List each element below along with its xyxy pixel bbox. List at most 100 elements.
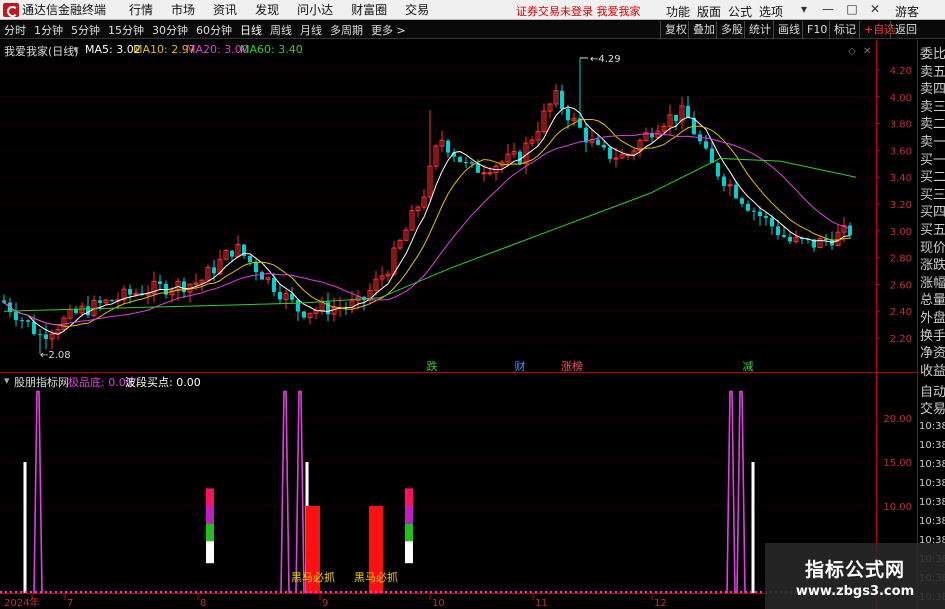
trade-field-label[interactable]: 自动 (920, 384, 945, 402)
quote-field-label: 涨跌 (920, 258, 945, 274)
close-icon[interactable]: ✕ (867, 2, 883, 16)
stacked-signal-segment (206, 506, 214, 524)
mark-button[interactable]: 标记 (829, 21, 860, 39)
menu-item-trade[interactable]: 交易 (405, 1, 429, 18)
bottom-signal-spike (280, 390, 290, 594)
period-tab-1min[interactable]: 1分钟 (30, 22, 67, 38)
date-tick-label: 9 (322, 598, 328, 609)
menu-item-formula[interactable]: 公式 (728, 3, 752, 20)
candle-body-down (704, 141, 708, 149)
candle-body-up (481, 172, 487, 175)
price-tick-label: 3.40 (890, 173, 912, 184)
stacked-signal-segment (206, 541, 214, 564)
period-tab-intraday[interactable]: 分时 (0, 22, 30, 38)
period-tab-60min[interactable]: 60分钟 (192, 22, 236, 38)
candle-body-down (602, 144, 606, 148)
candle-body-down (32, 321, 36, 335)
trade-field-label[interactable]: 交易 (920, 401, 945, 419)
period-tab-daily[interactable]: 日线 (236, 22, 266, 38)
ma5-line (3, 106, 851, 335)
candle-body-down (272, 277, 276, 292)
quote-field-label: 卖五 (920, 64, 945, 80)
date-tick-label: 7 (67, 598, 73, 609)
indicator-tick-label: 15.00 (883, 458, 912, 469)
menu-item-wealth[interactable]: 财富圈 (351, 1, 387, 18)
event-tag: 减 (743, 360, 754, 373)
menu-item-news[interactable]: 资讯 (213, 1, 237, 18)
stacked-signal-segment (206, 523, 214, 542)
menu-item-discover[interactable]: 发现 (255, 1, 279, 18)
overlay-button[interactable]: 叠加 (688, 21, 719, 39)
ma10-line (3, 118, 851, 327)
date-tick-label: 10 (432, 598, 445, 609)
high-price-label: ←4.29 (590, 54, 621, 65)
date-tick-label: 11 (535, 598, 548, 609)
f10-button[interactable]: F10 (802, 21, 831, 39)
price-tick-label: 4.00 (890, 93, 912, 104)
quote-field-label: 总量 (920, 293, 945, 309)
menu-bar: 通达信金融终端 行情 市场 资讯 发现 问小达 财富圈 交易 证券交易未登录 我… (0, 0, 945, 20)
candle-body-down (830, 240, 834, 246)
low-price-label: ←2.08 (40, 350, 71, 361)
trade-time-label: 10:38 (919, 478, 945, 489)
quote-field-label: 现价 (920, 240, 945, 256)
period-tab-more[interactable]: 更多 > (367, 22, 410, 38)
period-tab-weekly[interactable]: 周线 (266, 22, 296, 38)
price-tick-label: 2.60 (890, 280, 912, 291)
candle-body-down (674, 114, 678, 122)
period-tab-15min[interactable]: 15分钟 (104, 22, 148, 38)
candle-body-down (710, 148, 714, 164)
menu-item-functions[interactable]: 功能 (666, 3, 690, 20)
candle-body-down (296, 299, 300, 312)
quote-field-label: 买一 (920, 152, 945, 168)
chart-canvas[interactable]: 4.20 4.00 3.80 3.60 3.40 3.20 3.00 2.80 2.60 2.40… (0, 40, 917, 609)
app-title: 通达信金融终端 (22, 3, 107, 17)
candle-body-down (20, 320, 24, 322)
collapse-icon[interactable]: ▾ (73, 43, 79, 56)
candle-body-up (487, 172, 493, 175)
bottom-signal-spike (295, 390, 305, 594)
quote-field-label: 收益 (920, 363, 945, 379)
candle-body-down (458, 156, 462, 163)
trade-time-label: 10:38 (919, 440, 945, 451)
menu-item-market-quotes[interactable]: 行情 (129, 1, 153, 18)
candle-body-down (230, 250, 234, 257)
period-tab-monthly[interactable]: 月线 (296, 22, 326, 38)
period-tab-30min[interactable]: 30分钟 (148, 22, 192, 38)
menu-item-ask[interactable]: 问小达 (297, 1, 333, 18)
quote-field-label: 买五 (920, 223, 945, 238)
candle-body-down (2, 300, 6, 303)
indicator-toggle-icon[interactable]: ▾ (4, 374, 10, 387)
candle-body-down (14, 311, 18, 321)
menu-item-layout[interactable]: 版面 (697, 3, 721, 20)
indicator-title: 股朋指标网 (14, 376, 69, 389)
candle-body-down (212, 267, 216, 274)
trade-time-label: 10:38 (919, 459, 945, 470)
quote-field-label: 外盘 (920, 311, 945, 326)
dropdown-icon[interactable]: ▾ (796, 2, 812, 16)
buy-signal-bar (23, 462, 27, 593)
adjust-button[interactable]: 复权 (660, 21, 691, 39)
candle-body-down (128, 289, 132, 295)
draw-line-button[interactable]: 画线 (773, 21, 804, 39)
candle-body-down (560, 90, 564, 109)
quote-field-label: 涨幅 (920, 275, 945, 291)
guest-label[interactable]: 游客 (895, 3, 919, 20)
minimize-icon[interactable]: — (820, 2, 836, 16)
maximize-icon[interactable]: □ (844, 2, 860, 16)
back-button[interactable]: 返回 (890, 21, 921, 39)
period-tab-5min[interactable]: 5分钟 (67, 22, 104, 38)
candle-body-down (764, 216, 768, 218)
menu-item-market[interactable]: 市场 (171, 1, 195, 18)
price-tick-label: 2.20 (890, 334, 912, 345)
menu-item-options[interactable]: 选项 (759, 3, 783, 20)
statistics-button[interactable]: 统计 (744, 21, 775, 39)
candle-body-down (86, 306, 90, 316)
candle-body-down (848, 225, 852, 236)
stacked-signal-segment (405, 541, 413, 564)
login-notice[interactable]: 证券交易未登录 我爱我家 (516, 3, 641, 19)
period-tab-multi[interactable]: 多周期 (326, 22, 367, 38)
multi-stock-button[interactable]: 多股 (716, 21, 747, 39)
quote-field-label: 卖四 (920, 82, 945, 98)
price-tick-label: 4.20 (890, 66, 912, 77)
